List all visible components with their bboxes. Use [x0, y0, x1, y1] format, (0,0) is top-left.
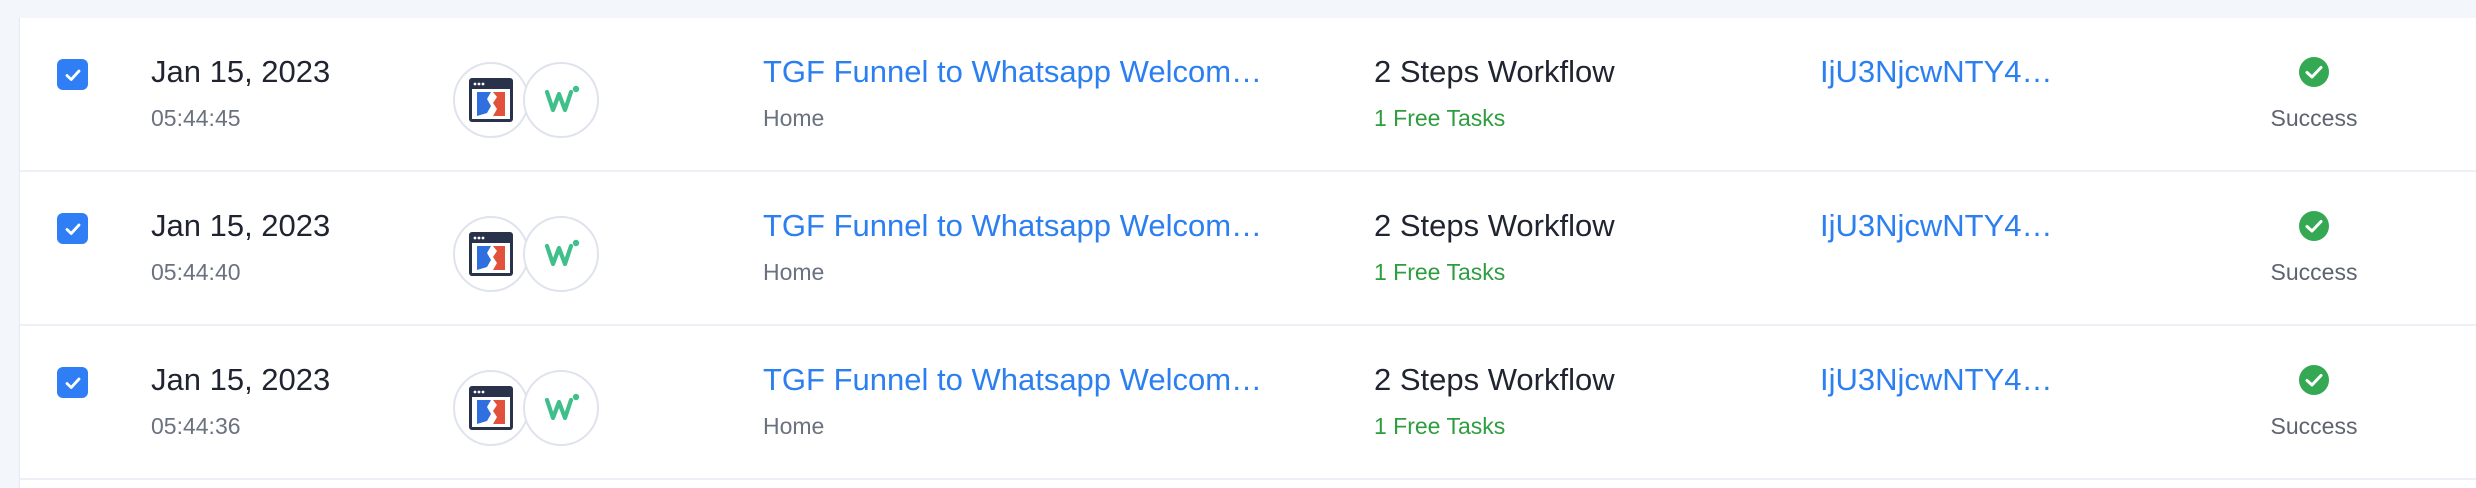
task-time: 05:44:40	[151, 259, 241, 285]
task-date: Jan 15, 2023	[151, 54, 331, 89]
request-id-link[interactable]: IjU3NjcwNTY4…	[1820, 362, 2070, 398]
app-icons	[453, 216, 623, 296]
table-row: Jan 15, 2023 05:44:36 TGF Funnel to What…	[20, 326, 2476, 480]
task-count: 1 Free Tasks	[1374, 105, 1506, 131]
status-text: Success	[2270, 413, 2358, 439]
workflow-steps: 2 Steps Workflow	[1374, 208, 1615, 243]
status-text: Success	[2270, 105, 2358, 131]
checkmark-icon	[65, 69, 80, 81]
whatsapp-app-icon	[523, 62, 599, 138]
workflow-folder: Home	[763, 105, 825, 131]
clickfunnels-icon	[453, 62, 529, 138]
table-row: Jan 15, 2023 05:44:45 TGF Funnel to What…	[20, 18, 2476, 172]
workflow-title-link[interactable]: TGF Funnel to Whatsapp Welcom…	[763, 362, 1283, 398]
workflow-title-link[interactable]: TGF Funnel to Whatsapp Welcom…	[763, 208, 1283, 244]
workflow-folder: Home	[763, 259, 825, 285]
workflow-steps: 2 Steps Workflow	[1374, 362, 1615, 397]
whatsapp-app-icon	[523, 216, 599, 292]
checkmark-icon	[65, 377, 80, 389]
request-id-link[interactable]: IjU3NjcwNTY4…	[1820, 208, 2070, 244]
workflow-steps: 2 Steps Workflow	[1374, 54, 1615, 89]
task-time: 05:44:36	[151, 413, 241, 439]
task-time: 05:44:45	[151, 105, 241, 131]
workflow-folder: Home	[763, 413, 825, 439]
status-text: Success	[2270, 259, 2358, 285]
clickfunnels-icon	[453, 370, 529, 446]
row-checkbox[interactable]	[57, 367, 88, 398]
check-circle-icon	[2299, 211, 2329, 241]
row-checkbox[interactable]	[57, 59, 88, 90]
task-date: Jan 15, 2023	[151, 208, 331, 243]
checkmark-icon	[65, 223, 80, 235]
check-circle-icon	[2299, 365, 2329, 395]
request-id-link[interactable]: IjU3NjcwNTY4…	[1820, 54, 2070, 90]
whatsapp-app-icon	[523, 370, 599, 446]
row-checkbox[interactable]	[57, 213, 88, 244]
workflow-title-link[interactable]: TGF Funnel to Whatsapp Welcom…	[763, 54, 1283, 90]
task-count: 1 Free Tasks	[1374, 259, 1506, 285]
task-history-table: Jan 15, 2023 05:44:45 TGF Funnel to What…	[19, 18, 2476, 488]
table-row: Jan 15, 2023 05:44:40 TGF Funnel to What…	[20, 172, 2476, 326]
app-icons	[453, 62, 623, 142]
task-date: Jan 15, 2023	[151, 362, 331, 397]
task-count: 1 Free Tasks	[1374, 413, 1506, 439]
clickfunnels-icon	[453, 216, 529, 292]
app-icons	[453, 370, 623, 450]
check-circle-icon	[2299, 57, 2329, 87]
